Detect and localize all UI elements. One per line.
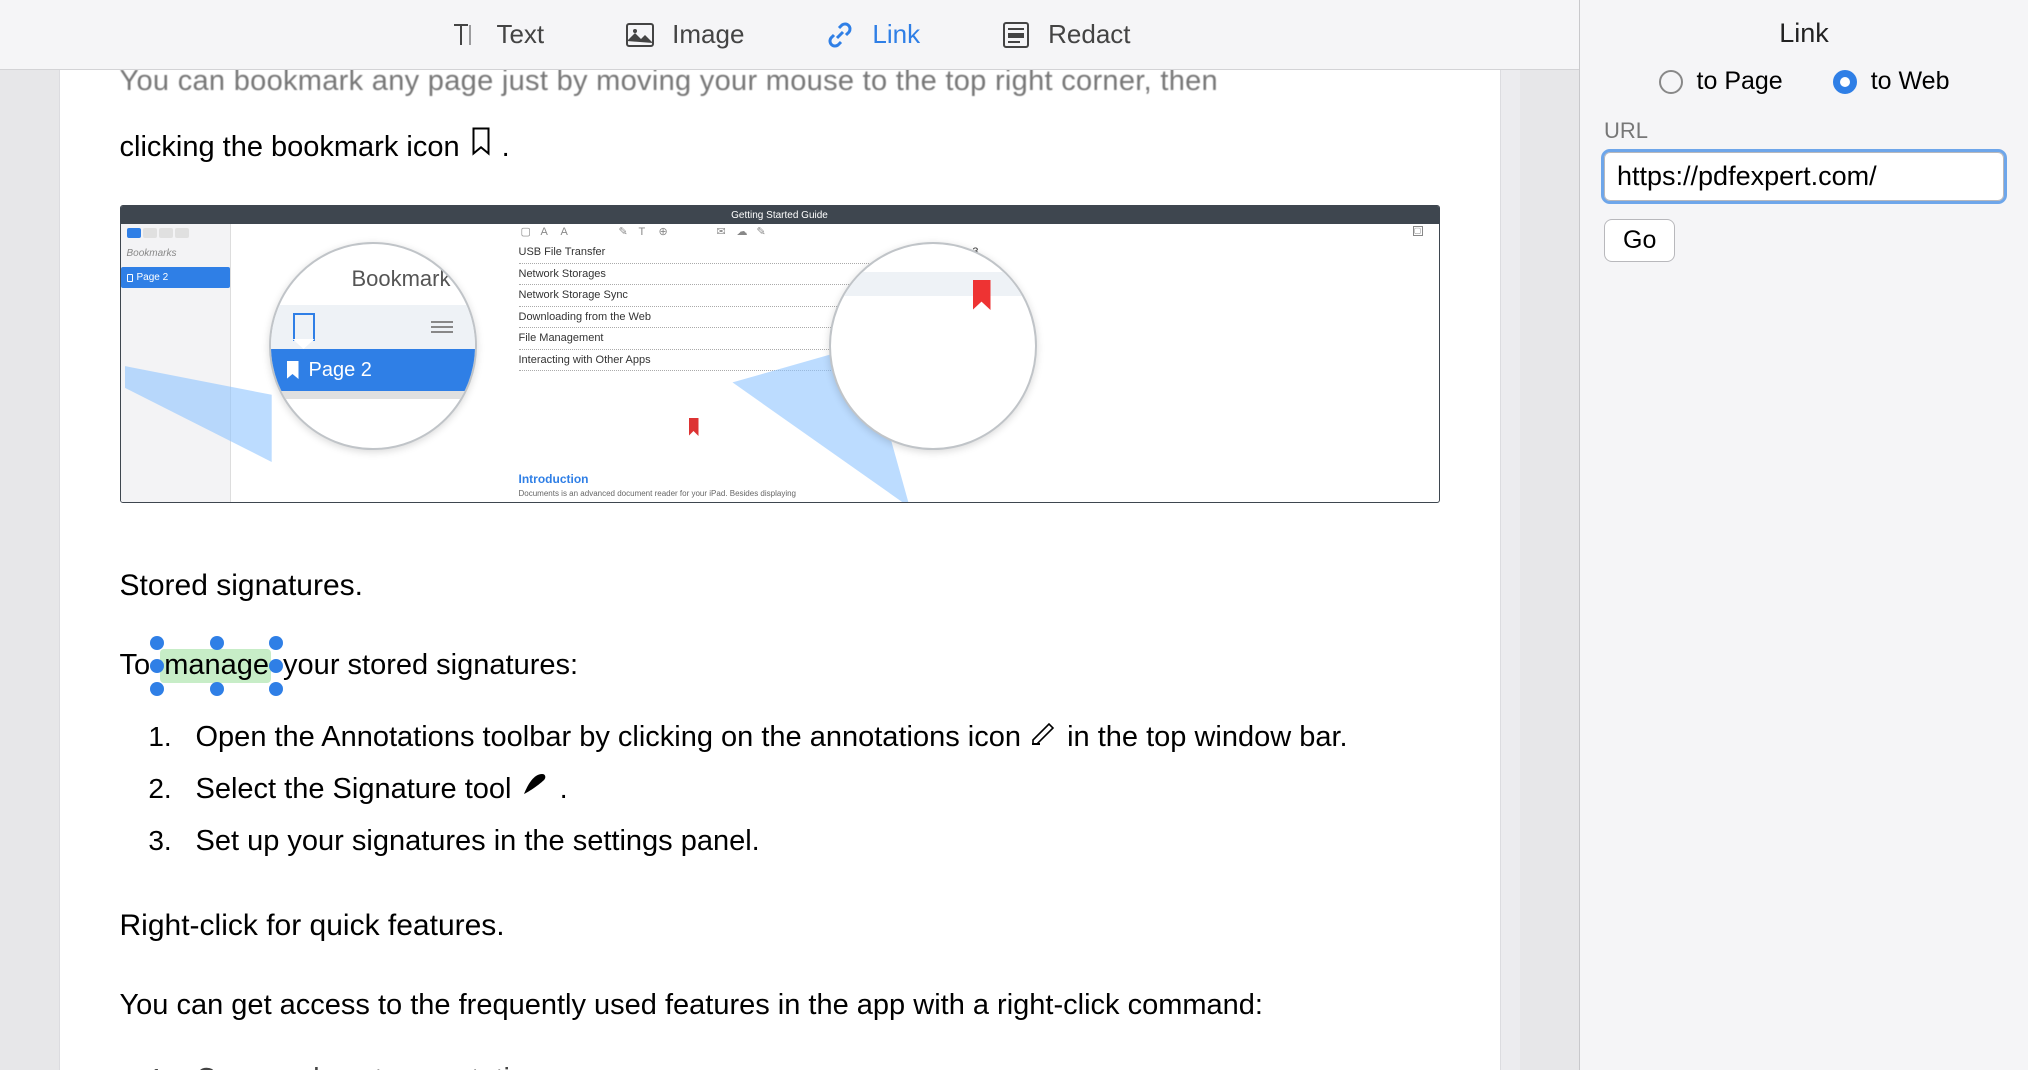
link-properties-panel: Link to Page to Web URL Go <box>1579 0 2028 1070</box>
section-heading: Right-click for quick features. <box>60 903 1500 948</box>
ordered-list: Open the Annotations toolbar by clicking… <box>60 716 1500 864</box>
body-text-fragment: clicking the bookmark icon <box>120 126 460 170</box>
tool-image-label: Image <box>672 19 744 50</box>
link-tool-icon <box>824 19 856 51</box>
panel-title: Link <box>1604 18 2004 49</box>
radio-label: to Page <box>1697 67 1783 96</box>
annotations-icon <box>1029 716 1059 760</box>
illustration-close-icon: ▢ <box>1413 226 1423 236</box>
illustration-bookmark-ribbon <box>689 418 699 436</box>
illustration-titlebar: Getting Started Guide <box>121 206 1439 224</box>
body-text: To manage <box>60 644 1500 688</box>
body-text: You can get access to the frequently use… <box>60 984 1500 1028</box>
illustration-screenshot: Getting Started Guide Bookmarks Page 2 ▢… <box>120 205 1440 503</box>
tool-redact-label: Redact <box>1048 19 1130 50</box>
list-item: Copy and paste annotations <box>180 1058 1440 1070</box>
body-text-fragment: your stored signatures: <box>275 649 578 681</box>
list-item-text: Select the Signature tool <box>196 773 520 805</box>
link-destination-radios: to Page to Web <box>1604 67 2004 96</box>
annotate-toolbar: Text Image <box>0 0 1579 70</box>
link-annotation[interactable]: manage <box>158 644 275 688</box>
illustration-lens-sidebar: Bookmark Page 2 <box>269 242 477 450</box>
illustration-lens-ribbon <box>973 280 991 310</box>
tool-image[interactable]: Image <box>624 19 744 51</box>
ordered-list: Copy and paste annotations <box>60 1058 1500 1070</box>
body-text: You can bookmark any page just by moving… <box>60 70 1500 104</box>
section-heading: Stored signatures. <box>60 563 1500 608</box>
body-text: clicking the bookmark icon . <box>60 126 1500 170</box>
text-tool-icon <box>448 19 480 51</box>
list-item: Open the Annotations toolbar by clicking… <box>180 716 1440 760</box>
illustration-sidebar-item: Page 2 <box>121 267 230 288</box>
illustration-sidebar: Bookmarks Page 2 <box>121 224 231 503</box>
illustration-intro: Introduction Documents is an advanced do… <box>519 470 797 500</box>
go-button[interactable]: Go <box>1604 219 1675 262</box>
tool-link-label: Link <box>872 19 920 50</box>
illustration-sidebar-title: Bookmarks <box>121 242 230 267</box>
bookmark-icon <box>468 126 494 170</box>
image-tool-icon <box>624 19 656 51</box>
document-canvas[interactable]: You can bookmark any page just by moving… <box>0 70 1579 1070</box>
tool-text[interactable]: Text <box>448 19 544 51</box>
radio-icon <box>1659 70 1683 94</box>
list-item: Set up your signatures in the settings p… <box>180 820 1440 864</box>
redact-tool-icon <box>1000 19 1032 51</box>
radio-to-page[interactable]: to Page <box>1659 67 1783 96</box>
radio-to-web[interactable]: to Web <box>1833 67 1950 96</box>
illustration-lens-label: Bookmark <box>271 262 475 295</box>
radio-label: to Web <box>1871 67 1950 96</box>
pdf-page: You can bookmark any page just by moving… <box>60 70 1500 1070</box>
list-item-text: Open the Annotations toolbar by clicking… <box>196 721 1030 753</box>
url-input[interactable] <box>1604 152 2004 201</box>
tool-text-label: Text <box>496 19 544 50</box>
body-text-fragment: . <box>502 126 510 170</box>
list-item-text: in the top window bar. <box>1067 721 1348 753</box>
page-scrollbar[interactable] <box>1500 70 1520 1070</box>
signature-icon <box>520 768 552 812</box>
tool-link[interactable]: Link <box>824 19 920 51</box>
link-annotation-text: manage <box>158 649 275 681</box>
url-field-label: URL <box>1604 118 2004 144</box>
illustration-toolbar: ▢AA ✎T⊕ ✉☁✎ <box>521 224 769 236</box>
radio-icon <box>1833 70 1857 94</box>
illustration-lens-corner <box>829 242 1037 450</box>
list-item: Select the Signature tool . <box>180 768 1440 812</box>
tool-redact[interactable]: Redact <box>1000 19 1130 51</box>
list-item-text: . <box>560 773 568 805</box>
